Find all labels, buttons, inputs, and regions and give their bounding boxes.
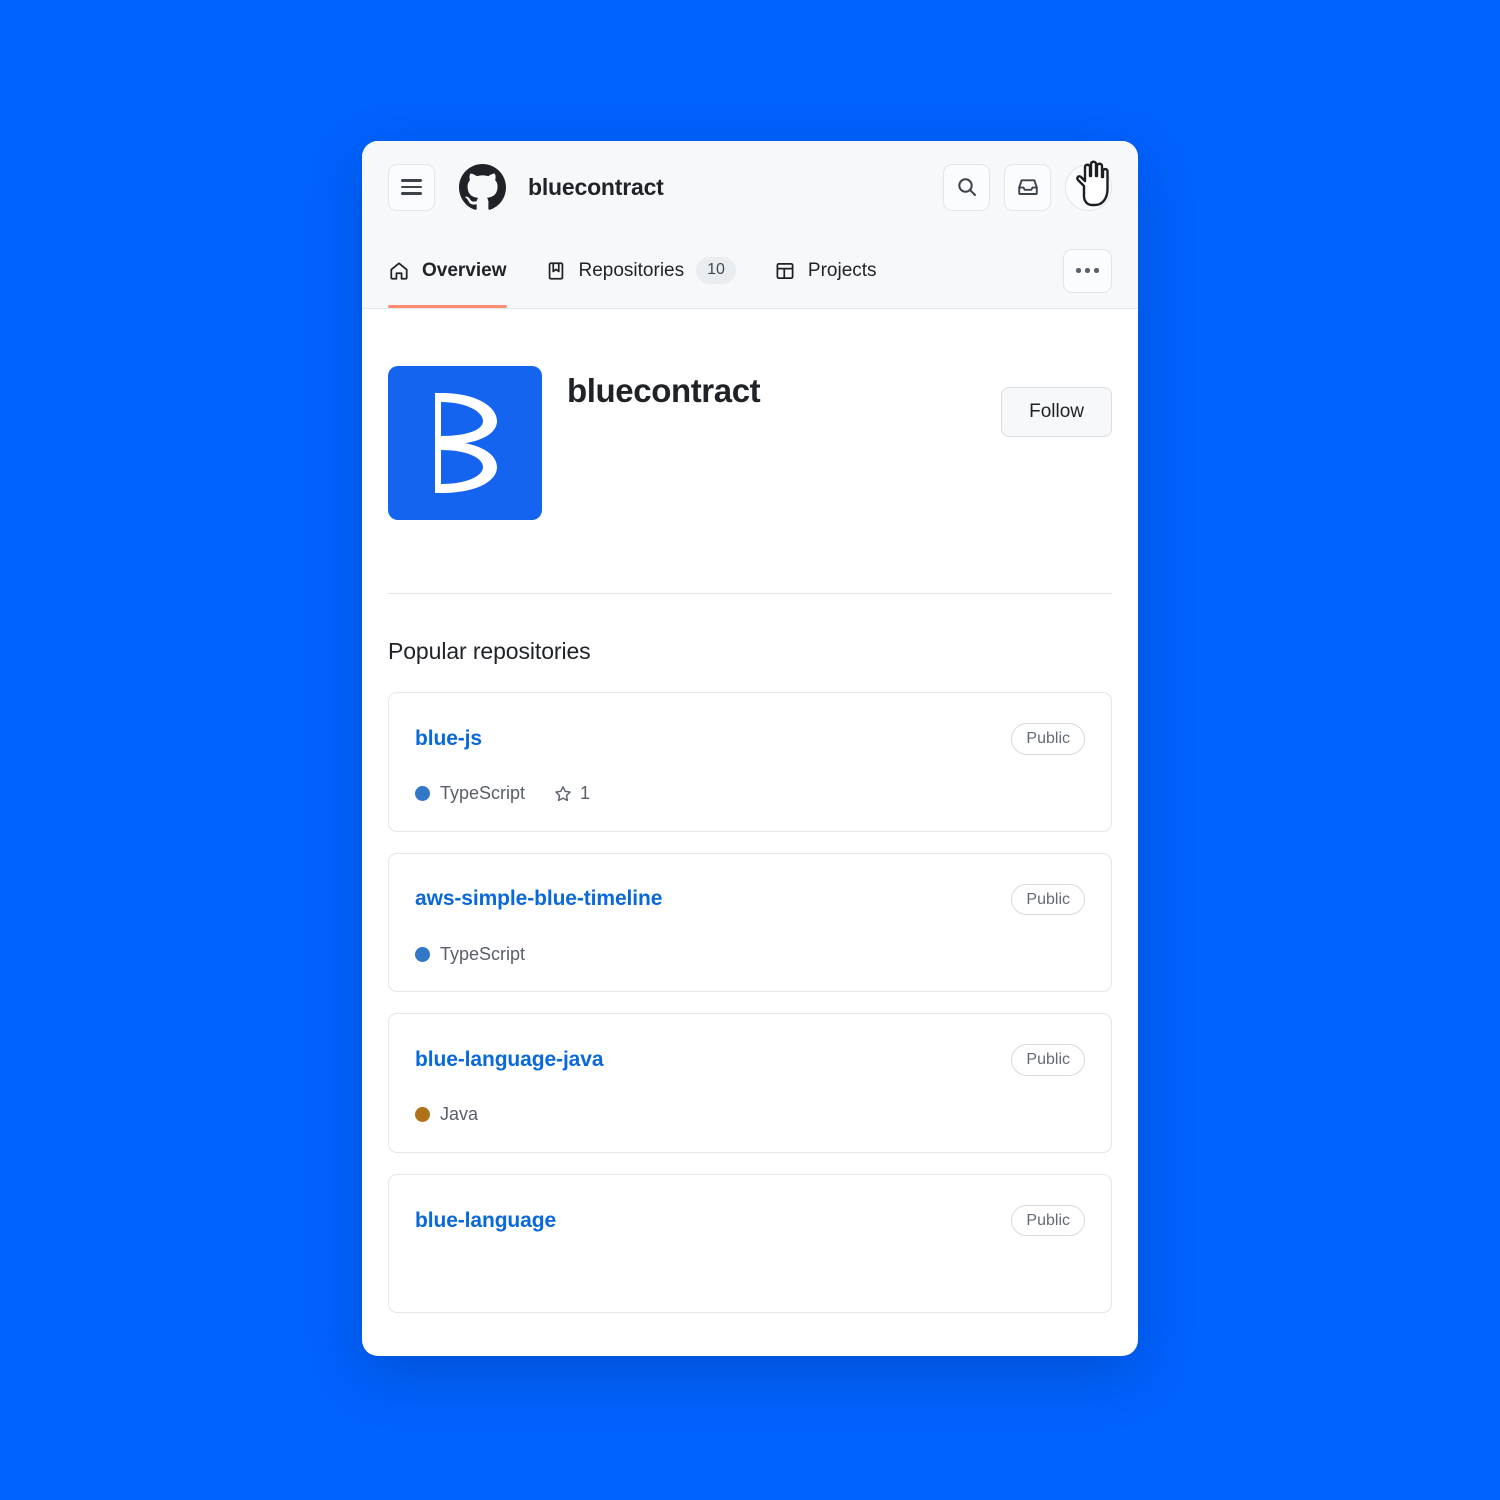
tab-repositories-label: Repositories [578, 259, 685, 281]
repository-visibility-badge: Public [1011, 723, 1085, 755]
repository-card[interactable]: blue-language Public [388, 1173, 1112, 1314]
repository-language: TypeScript [415, 944, 525, 965]
repository-visibility-badge: Public [1011, 883, 1085, 916]
repo-book-icon [548, 261, 563, 280]
repository-card-header: blue-language Public [415, 1204, 1085, 1237]
repository-name-link[interactable]: blue-js [415, 727, 482, 751]
profile-tab-bar: Overview Repositories 10 Projects [362, 233, 1138, 309]
repository-card-header: aws-simple-blue-timeline Public [415, 883, 1085, 916]
tab-overview-label: Overview [422, 259, 507, 281]
tab-repositories[interactable]: Repositories 10 [526, 233, 755, 308]
top-navigation-bar: bluecontract [362, 141, 1138, 233]
repository-name-link[interactable]: blue-language-java [415, 1048, 604, 1072]
github-logo-icon[interactable] [459, 163, 506, 211]
repository-visibility-badge: Public [1011, 1204, 1085, 1237]
repository-card[interactable]: blue-language-java Public Java [388, 1013, 1112, 1153]
pointing-hand-cursor-icon [1076, 160, 1109, 206]
repository-language: TypeScript [415, 783, 525, 804]
repository-language-label: TypeScript [440, 943, 526, 964]
tab-overview[interactable]: Overview [388, 233, 526, 308]
popular-repositories-title: Popular repositories [388, 638, 591, 664]
follow-button[interactable]: Follow [1001, 387, 1112, 437]
kebab-horizontal-icon [1076, 268, 1081, 273]
tab-projects-label: Projects [807, 259, 877, 281]
bluecontract-logo-icon [435, 393, 497, 493]
profile-header: bluecontract Follow [388, 309, 1112, 520]
repository-language-label: Java [440, 1104, 479, 1125]
tab-overflow-menu-button[interactable] [1063, 248, 1112, 293]
inbox-icon [1017, 179, 1038, 195]
github-profile-window: bluecontract Overview Repositories 10 Pr… [362, 141, 1138, 1356]
repository-star-count: 1 [580, 783, 591, 804]
repository-card-header: blue-js Public [415, 723, 1085, 755]
profile-avatar[interactable] [388, 366, 542, 520]
language-color-dot [415, 786, 430, 802]
repository-card-header: blue-language-java Public [415, 1044, 1085, 1076]
repository-card-meta: Java [415, 1104, 1085, 1126]
repository-name-link[interactable]: blue-language [415, 1209, 556, 1233]
search-icon [957, 178, 976, 196]
tab-projects[interactable]: Projects [755, 233, 896, 308]
inbox-button[interactable] [1004, 163, 1051, 211]
language-color-dot [415, 1107, 430, 1123]
repository-card-meta: TypeScript 1 [415, 783, 1085, 805]
repository-card-meta: TypeScript [415, 943, 1085, 965]
repository-card[interactable]: aws-simple-blue-timeline Public TypeScri… [388, 852, 1112, 993]
hamburger-menu-button[interactable] [388, 163, 435, 211]
search-button[interactable] [943, 163, 990, 211]
hamburger-menu-icon [401, 179, 422, 195]
section-divider [388, 593, 1112, 594]
repository-language: Java [415, 1104, 478, 1125]
repository-stars[interactable]: 1 [553, 783, 590, 804]
account-name-label: bluecontract [528, 173, 664, 200]
repository-language-label: TypeScript [440, 783, 526, 804]
home-icon [390, 261, 408, 280]
repository-list: blue-js Public TypeScript 1 aws-simple-b… [388, 692, 1112, 1314]
profile-content: bluecontract Follow Popular repositories… [362, 309, 1138, 1356]
repository-card-meta [415, 1264, 1085, 1286]
user-avatar-button[interactable] [1065, 160, 1112, 211]
star-icon [555, 785, 571, 801]
repository-card[interactable]: blue-js Public TypeScript 1 [388, 692, 1112, 832]
repository-name-link[interactable]: aws-simple-blue-timeline [415, 887, 662, 911]
repositories-count-badge: 10 [696, 257, 736, 284]
language-color-dot [415, 946, 430, 962]
repository-visibility-badge: Public [1011, 1044, 1085, 1076]
topbar-actions [943, 160, 1112, 211]
table-grid-icon [776, 262, 794, 279]
profile-name: bluecontract [567, 372, 761, 409]
